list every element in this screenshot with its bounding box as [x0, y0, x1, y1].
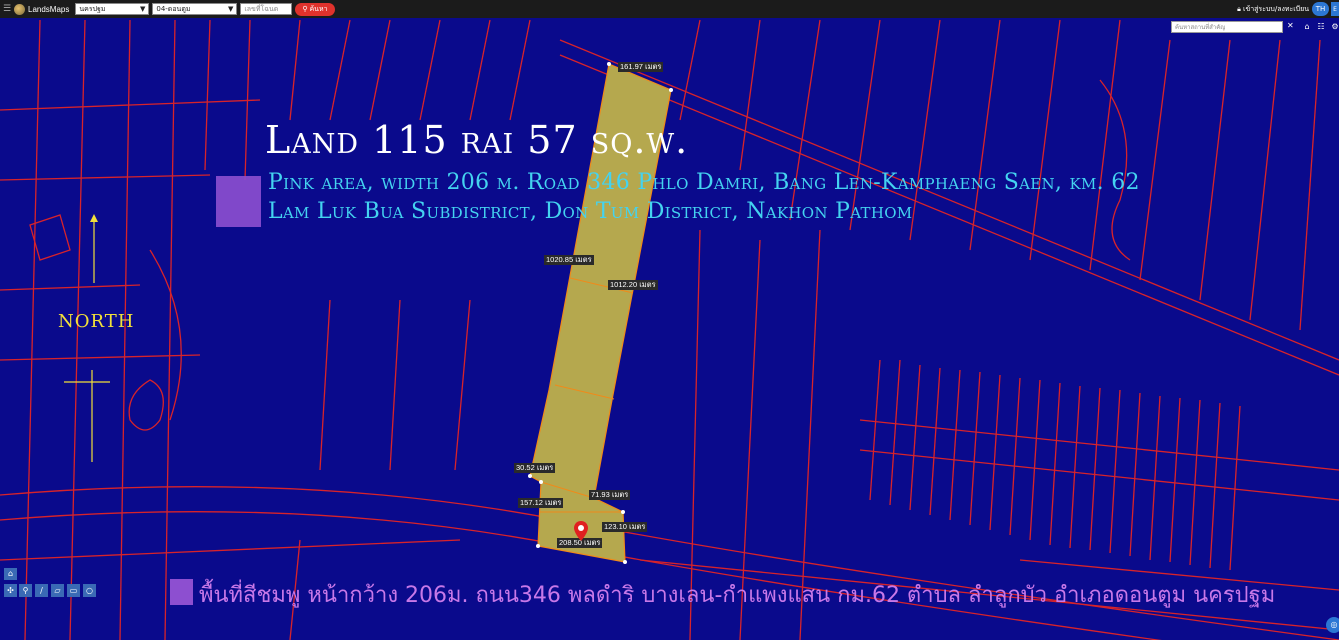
circle-icon[interactable]: ○ — [83, 584, 96, 597]
province-select[interactable]: นครปฐม ▼ — [75, 3, 150, 15]
menu-icon[interactable]: ☰ — [3, 4, 11, 14]
listing-subtitle-line2: Lam Luk Bua Subdistrict, Don Tum Distric… — [268, 199, 913, 224]
rectangle-icon[interactable]: ▭ — [67, 584, 80, 597]
map-canvas[interactable] — [0, 0, 1339, 640]
settings-icon[interactable]: ⚙ — [1329, 21, 1339, 33]
pin-icon[interactable]: ⚲ — [19, 584, 32, 597]
chevron-down-icon: ▼ — [227, 5, 234, 13]
map-pin-icon[interactable] — [574, 521, 588, 541]
north-label: NORTH — [58, 311, 135, 332]
measurement-label: 157.12 เมตร — [518, 498, 564, 508]
locate-icon[interactable]: ◎ — [1326, 617, 1339, 633]
district-select[interactable]: 04-ดอนตูม ▼ — [152, 3, 238, 15]
thai-caption: พื้นที่สีชมพู หน้ากว้าง 206ม. ถนน346 พลด… — [199, 583, 1276, 608]
pink-area-legend-bottom — [170, 579, 193, 605]
listing-title: Land 115 rai 57 sq.w. — [265, 118, 689, 162]
landsmaps-logo — [14, 3, 25, 15]
place-search-input[interactable]: ค้นหาสถานที่สำคัญ — [1171, 21, 1283, 33]
lock-icon: 🔒︎ — [1237, 5, 1241, 13]
search-icon: ⚲ — [302, 5, 308, 13]
parcel-number-input[interactable]: เลขที่โฉนด — [240, 3, 293, 15]
close-icon[interactable]: ✕ — [1287, 21, 1294, 30]
search-button[interactable]: ⚲ ค้นหา — [295, 2, 335, 16]
chevron-down-icon: ▼ — [139, 5, 146, 13]
measurement-label: 30.52 เมตร — [514, 463, 556, 473]
login-link[interactable]: 🔒︎ เข้าสู่ระบบ/ลงทะเบียน — [1237, 4, 1309, 15]
home-icon[interactable]: ⌂ — [1301, 21, 1313, 33]
measurement-label: 123.10 เมตร — [602, 522, 648, 532]
top-toolbar: ☰ LandsMaps นครปฐม ▼ 04-ดอนตูม ▼ เลขที่โฉน… — [0, 0, 1339, 18]
expand-icon[interactable]: ⌂ — [4, 568, 17, 580]
language-en-button[interactable]: E — [1331, 2, 1339, 16]
measurement-label: 1012.20 เมตร — [608, 280, 658, 290]
layers-icon[interactable]: ☷ — [1315, 21, 1327, 33]
measurement-label: 161.97 เมตร — [618, 62, 664, 72]
polygon-icon[interactable]: ▱ — [51, 584, 64, 597]
app-title: LandsMaps — [28, 4, 70, 14]
measurement-label: 1020.85 เมตร — [544, 255, 594, 265]
pink-area-legend — [216, 176, 261, 227]
language-th-button[interactable]: TH — [1312, 2, 1329, 16]
measurement-label: 71.93 เมตร — [589, 490, 631, 500]
listing-subtitle-line1: Pink area, width 206 m. Road 346 Phlo Da… — [268, 170, 1140, 195]
line-icon[interactable]: ∕ — [35, 584, 48, 597]
measure-icon[interactable]: ✣ — [4, 584, 17, 597]
